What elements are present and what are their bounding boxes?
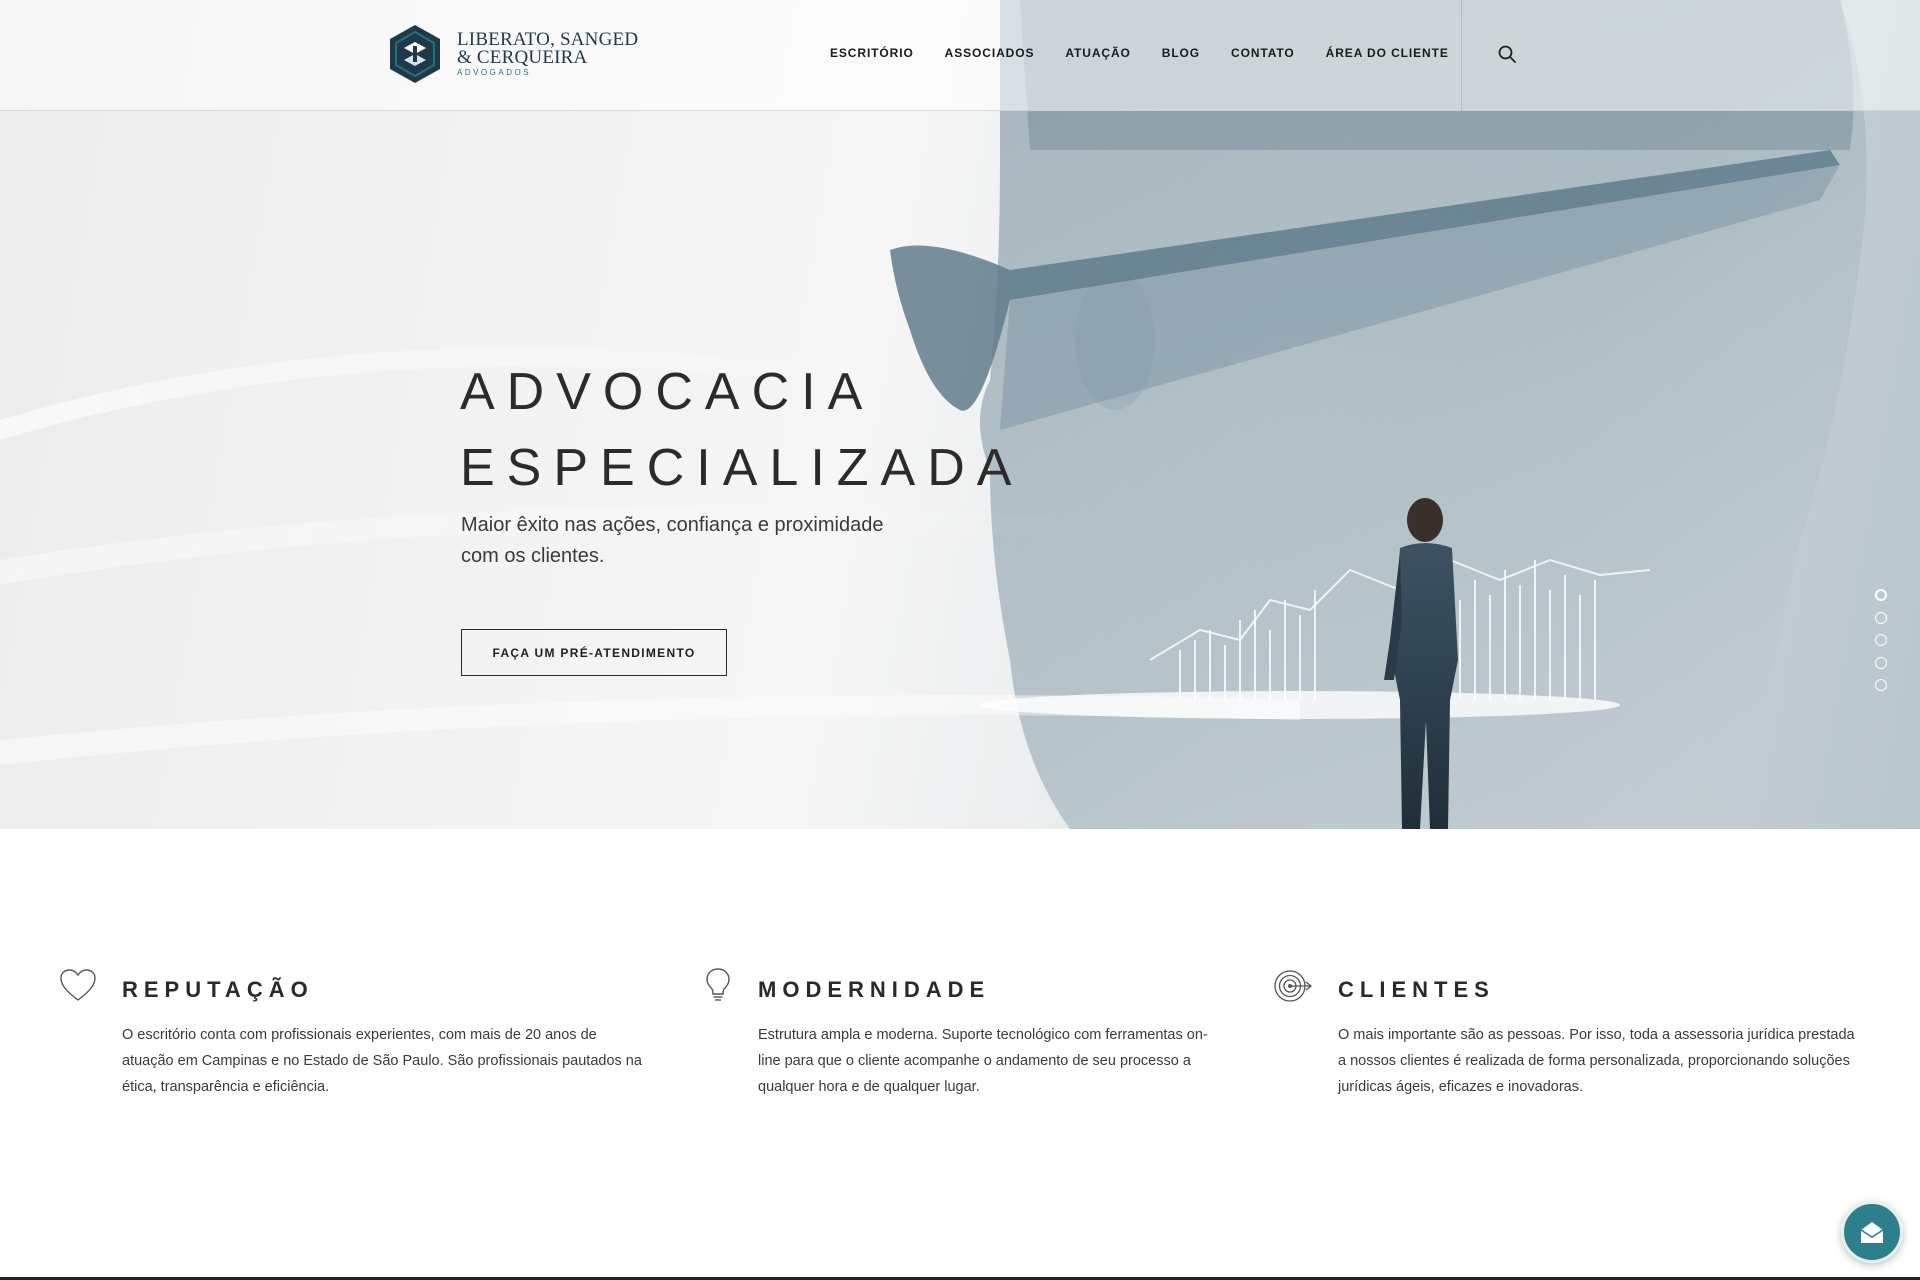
feature-title: MODERNIDADE bbox=[758, 977, 991, 1002]
nav-divider bbox=[1461, 0, 1462, 111]
brand-name-line2: & CERQUEIRA bbox=[457, 46, 588, 68]
contact-chat-button[interactable] bbox=[1841, 1201, 1903, 1263]
slider-dot-5[interactable] bbox=[1875, 679, 1887, 691]
hero-banner: ADVOCACIA ESPECIALIZADA Maior êxito nas … bbox=[0, 0, 1920, 829]
nav-item-associados[interactable]: ASSOCIADOS bbox=[945, 46, 1035, 60]
nav-item-area-do-cliente[interactable]: ÁREA DO CLIENTE bbox=[1326, 46, 1449, 60]
nav-item-escritorio[interactable]: ESCRITÓRIO bbox=[830, 46, 914, 60]
slider-dot-4[interactable] bbox=[1875, 656, 1887, 669]
hero-title-line1: ADVOCACIA bbox=[460, 363, 875, 421]
brand-name-line1: LIBERATO, SANGED bbox=[457, 28, 639, 50]
search-icon[interactable] bbox=[1497, 44, 1517, 64]
slider-dot-1[interactable] bbox=[1875, 589, 1887, 601]
mail-icon bbox=[1860, 1222, 1884, 1243]
brand-logo-icon bbox=[390, 25, 440, 83]
hero-title-line2: ESPECIALIZADA bbox=[460, 439, 1024, 497]
brand-logo[interactable]: LIBERATO, SANGED & CERQUEIRA ADVOGADOS bbox=[388, 24, 638, 84]
brand-tagline: ADVOGADOS bbox=[457, 67, 532, 77]
hero-title: ADVOCACIA ESPECIALIZADA bbox=[460, 354, 1023, 506]
site-header: LIBERATO, SANGED & CERQUEIRA ADVOGADOS E… bbox=[0, 0, 1920, 111]
nav-item-blog[interactable]: BLOG bbox=[1162, 46, 1200, 60]
feature-title: REPUTAÇÃO bbox=[122, 977, 314, 1002]
nav-item-contato[interactable]: CONTATO bbox=[1231, 46, 1295, 60]
slider-dot-2[interactable] bbox=[1875, 611, 1887, 624]
feature-text: Estrutura ampla e moderna. Suporte tecno… bbox=[758, 1027, 1208, 1095]
brand-name: LIBERATO, SANGED & CERQUEIRA ADVOGADOS bbox=[457, 28, 639, 78]
target-icon bbox=[1274, 970, 1313, 1002]
slider-dot-3[interactable] bbox=[1875, 634, 1887, 646]
main-nav: ESCRITÓRIO ASSOCIADOS ATUAÇÃO BLOG CONTA… bbox=[830, 46, 1480, 60]
nav-item-atuacao[interactable]: ATUAÇÃO bbox=[1065, 46, 1130, 60]
lightbulb-icon bbox=[706, 968, 730, 1001]
feature-text: O escritório conta com profissionais exp… bbox=[122, 1027, 642, 1095]
slider-pagination bbox=[1875, 589, 1887, 702]
heart-icon bbox=[60, 969, 96, 1001]
pre-attendance-button[interactable]: FAÇA UM PRÉ-ATENDIMENTO bbox=[461, 629, 727, 676]
hero-subtitle: Maior êxito nas ações, confiança e proxi… bbox=[461, 514, 884, 567]
feature-text: O mais importante são as pessoas. Por is… bbox=[1338, 1027, 1855, 1095]
feature-title: CLIENTES bbox=[1338, 977, 1495, 1002]
